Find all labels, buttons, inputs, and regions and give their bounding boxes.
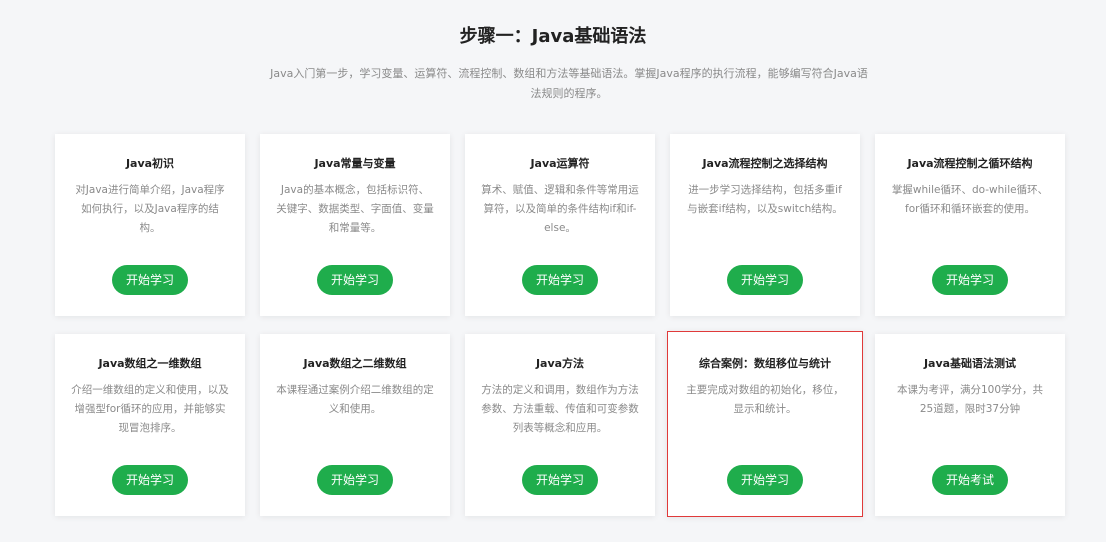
start-learning-button[interactable]: 开始学习: [522, 465, 598, 495]
card-description: 方法的定义和调用，数组作为方法参数、方法重载、传值和可变参数列表等概念和应用。: [481, 384, 639, 434]
card-title: Java流程控制之选择结构: [702, 157, 828, 170]
section-description: Java入门第一步，学习变量、运算符、流程控制、数组和方法等基础语法。掌握Jav…: [270, 67, 868, 100]
start-learning-button[interactable]: 开始学习: [522, 265, 598, 295]
card-title: Java流程控制之循环结构: [907, 157, 1033, 170]
section-title: 步骤一：Java基础语法: [459, 26, 647, 47]
start-learning-button[interactable]: 开始学习: [727, 465, 803, 495]
card-description: 掌握while循环、do-while循环、for循环和循环嵌套的使用。: [891, 184, 1049, 215]
card-title: Java数组之一维数组: [98, 357, 202, 370]
course-card-array-case-study: 综合案例：数组移位与统计 主要完成对数组的初始化，移位，显示和统计。 开始学习: [667, 331, 863, 517]
course-card-loop-structure: Java流程控制之循环结构 掌握while循环、do-while循环、for循环…: [875, 134, 1065, 316]
course-card-grid: Java初识 对Java进行简单介绍，Java程序如何执行，以及Java程序的结…: [55, 134, 1066, 518]
course-card-syntax-test: Java基础语法测试 本课为考评，满分100学分，共25道题，限时37分钟 开始…: [875, 334, 1065, 516]
course-card-methods: Java方法 方法的定义和调用，数组作为方法参数、方法重载、传值和可变参数列表等…: [465, 334, 655, 516]
card-title: Java运算符: [530, 157, 590, 170]
course-step-page: 步骤一：Java基础语法 Java入门第一步，学习变量、运算符、流程控制、数组和…: [0, 0, 1106, 542]
course-card-operators: Java运算符 算术、赋值、逻辑和条件等常用运算符，以及简单的条件结构if和if…: [465, 134, 655, 316]
card-description: 本课程通过案例介绍二维数组的定义和使用。: [276, 384, 434, 415]
card-title: Java常量与变量: [314, 157, 396, 170]
card-description: 主要完成对数组的初始化，移位，显示和统计。: [686, 384, 844, 415]
card-title: Java方法: [535, 357, 585, 370]
card-description: 进一步学习选择结构，包括多重if与嵌套if结构，以及switch结构。: [687, 184, 843, 215]
course-card-java-intro: Java初识 对Java进行简单介绍，Java程序如何执行，以及Java程序的结…: [55, 134, 245, 316]
card-title: Java基础语法测试: [923, 357, 1017, 370]
start-learning-button[interactable]: 开始学习: [112, 265, 188, 295]
card-description: 算术、赋值、逻辑和条件等常用运算符，以及简单的条件结构if和if-else。: [481, 184, 639, 234]
course-card-1d-array: Java数组之一维数组 介绍一维数组的定义和使用，以及增强型for循环的应用，并…: [55, 334, 245, 516]
card-title: 综合案例：数组移位与统计: [699, 357, 831, 370]
start-learning-button[interactable]: 开始学习: [317, 465, 393, 495]
card-description: 本课为考评，满分100学分，共25道题，限时37分钟: [896, 384, 1044, 415]
course-card-2d-array: Java数组之二维数组 本课程通过案例介绍二维数组的定义和使用。 开始学习: [260, 334, 450, 516]
course-card-constants-variables: Java常量与变量 Java的基本概念，包括标识符、关键字、数据类型、字面值、变…: [260, 134, 450, 316]
card-description: 对Java进行简单介绍，Java程序如何执行，以及Java程序的结构。: [75, 184, 225, 234]
start-learning-button[interactable]: 开始学习: [727, 265, 803, 295]
course-card-selection-structure: Java流程控制之选择结构 进一步学习选择结构，包括多重if与嵌套if结构，以及…: [670, 134, 860, 316]
card-description: 介绍一维数组的定义和使用，以及增强型for循环的应用，并能够实现冒泡排序。: [71, 384, 229, 434]
start-learning-button[interactable]: 开始学习: [932, 265, 1008, 295]
start-learning-button[interactable]: 开始学习: [112, 465, 188, 495]
card-description: Java的基本概念，包括标识符、关键字、数据类型、字面值、变量和常量等。: [276, 184, 434, 234]
card-title: Java数组之二维数组: [303, 357, 407, 370]
start-learning-button[interactable]: 开始学习: [317, 265, 393, 295]
start-exam-button[interactable]: 开始考试: [932, 465, 1008, 495]
card-title: Java初识: [125, 157, 175, 170]
